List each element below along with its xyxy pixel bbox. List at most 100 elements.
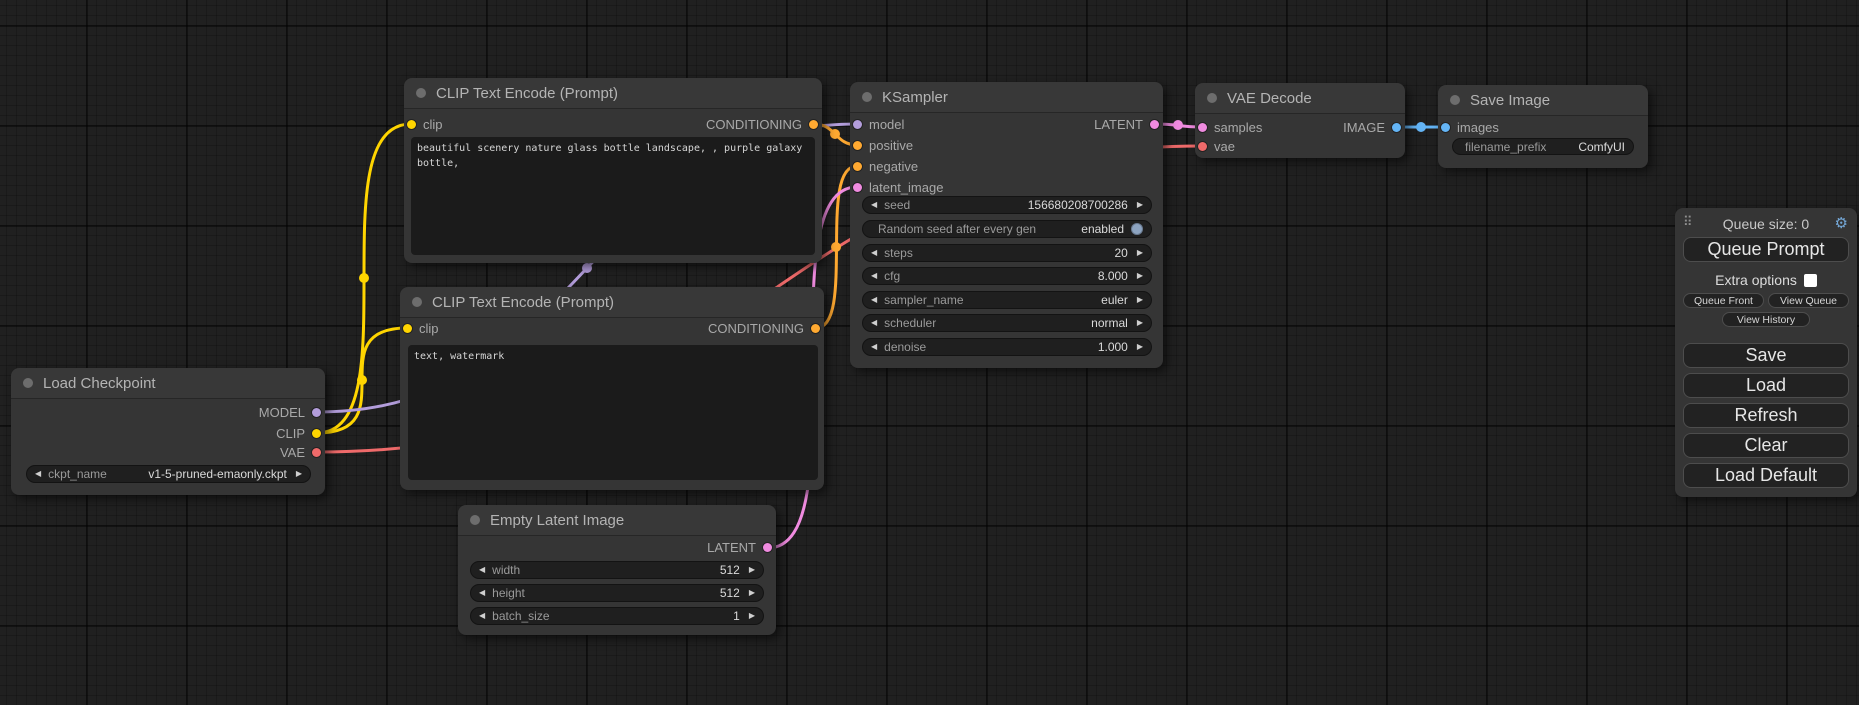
clip-input-dot[interactable] <box>403 324 412 333</box>
images-input-dot[interactable] <box>1441 123 1450 132</box>
node-save-image[interactable]: Save Image images filename_prefix ComfyU… <box>1438 85 1648 168</box>
arrow-right-icon[interactable]: ▶ <box>1137 249 1143 257</box>
toggle-knob-icon[interactable] <box>1131 223 1143 235</box>
node-vae-decode[interactable]: VAE Decode samples vae IMAGE <box>1195 83 1405 158</box>
arrow-left-icon[interactable]: ◀ <box>871 343 877 351</box>
node-title: CLIP Text Encode (Prompt) <box>432 294 614 311</box>
prompt-text-input[interactable]: text, watermark <box>408 345 818 480</box>
extra-options-label: Extra options <box>1715 272 1797 288</box>
seed-number-widget[interactable]: ◀ seed 156680208700286 ▶ <box>862 196 1152 214</box>
node-ksampler[interactable]: KSampler model positive negative latent_… <box>850 82 1163 368</box>
slot-label: latent_image <box>869 180 943 195</box>
collapse-dot-icon[interactable] <box>862 92 872 102</box>
arrow-left-icon[interactable]: ◀ <box>479 589 485 597</box>
filename-prefix-widget[interactable]: filename_prefix ComfyUI <box>1452 138 1634 155</box>
conditioning-output-dot[interactable] <box>811 324 820 333</box>
load-button[interactable]: Load <box>1683 373 1849 398</box>
view-history-button[interactable]: View History <box>1722 312 1810 327</box>
prompt-text-input[interactable]: beautiful scenery nature glass bottle la… <box>411 137 815 255</box>
image-output-dot[interactable] <box>1392 123 1401 132</box>
slot-label: clip <box>419 321 439 336</box>
arrow-left-icon[interactable]: ◀ <box>871 272 877 280</box>
widget-value: 512 <box>720 563 740 577</box>
clear-button[interactable]: Clear <box>1683 433 1849 458</box>
collapse-dot-icon[interactable] <box>1207 93 1217 103</box>
sampler-name-combo[interactable]: ◀ sampler_name euler ▶ <box>862 291 1152 309</box>
latent-output-dot[interactable] <box>1150 120 1159 129</box>
latent-input-dot[interactable] <box>853 183 862 192</box>
slot-label: CONDITIONING <box>706 117 802 132</box>
output-slot-model: MODEL <box>259 402 321 422</box>
arrow-left-icon[interactable]: ◀ <box>871 201 877 209</box>
collapse-dot-icon[interactable] <box>416 88 426 98</box>
vae-output-dot[interactable] <box>312 448 321 457</box>
arrow-left-icon[interactable]: ◀ <box>479 566 485 574</box>
arrow-right-icon[interactable]: ▶ <box>749 566 755 574</box>
arrow-left-icon[interactable]: ◀ <box>871 296 877 304</box>
node-clip-text-encode-negative[interactable]: CLIP Text Encode (Prompt) clip CONDITION… <box>400 287 824 490</box>
output-slot-clip: CLIP <box>276 423 321 443</box>
clip-output-dot[interactable] <box>312 429 321 438</box>
widget-value: 1 <box>733 609 740 623</box>
collapse-dot-icon[interactable] <box>23 378 33 388</box>
latent-output-dot[interactable] <box>763 543 772 552</box>
arrow-right-icon[interactable]: ▶ <box>1137 272 1143 280</box>
node-title-bar: CLIP Text Encode (Prompt) <box>400 287 824 318</box>
arrow-right-icon[interactable]: ▶ <box>1137 319 1143 327</box>
model-output-dot[interactable] <box>312 408 321 417</box>
extra-options-row: Extra options <box>1675 272 1857 288</box>
arrow-left-icon[interactable]: ◀ <box>35 470 41 478</box>
node-empty-latent-image[interactable]: Empty Latent Image LATENT ◀ width 512 ▶ … <box>458 505 776 635</box>
slot-label: negative <box>869 159 918 174</box>
collapse-dot-icon[interactable] <box>412 297 422 307</box>
arrow-left-icon[interactable]: ◀ <box>871 249 877 257</box>
link-dot <box>1416 122 1426 132</box>
negative-input-dot[interactable] <box>853 162 862 171</box>
collapse-dot-icon[interactable] <box>470 515 480 525</box>
slot-label: clip <box>423 117 443 132</box>
save-button[interactable]: Save <box>1683 343 1849 368</box>
vae-input-dot[interactable] <box>1198 142 1207 151</box>
scheduler-combo[interactable]: ◀ scheduler normal ▶ <box>862 314 1152 332</box>
queue-front-button[interactable]: Queue Front <box>1683 293 1764 308</box>
link-dot <box>359 273 369 283</box>
arrow-right-icon[interactable]: ▶ <box>749 612 755 620</box>
width-number-widget[interactable]: ◀ width 512 ▶ <box>470 561 764 579</box>
input-slot-model: model <box>853 114 904 134</box>
cfg-number-widget[interactable]: ◀ cfg 8.000 ▶ <box>862 267 1152 285</box>
arrow-right-icon[interactable]: ▶ <box>1137 201 1143 209</box>
steps-number-widget[interactable]: ◀ steps 20 ▶ <box>862 244 1152 262</box>
widget-label: denoise <box>884 340 926 354</box>
slot-label: CLIP <box>276 426 305 441</box>
denoise-number-widget[interactable]: ◀ denoise 1.000 ▶ <box>862 338 1152 356</box>
node-graph-canvas[interactable]: Load Checkpoint MODEL CLIP VAE ◀ ckpt_na… <box>0 0 1859 705</box>
settings-gear-icon[interactable]: ⚙ <box>1835 214 1848 232</box>
samples-input-dot[interactable] <box>1198 123 1207 132</box>
output-slot-conditioning: CONDITIONING <box>706 114 818 134</box>
random-seed-toggle-widget[interactable]: Random seed after every gen enabled <box>862 220 1152 238</box>
arrow-left-icon[interactable]: ◀ <box>871 319 877 327</box>
arrow-right-icon[interactable]: ▶ <box>1137 296 1143 304</box>
collapse-dot-icon[interactable] <box>1450 95 1460 105</box>
widget-label: ckpt_name <box>48 467 107 481</box>
load-default-button[interactable]: Load Default <box>1683 463 1849 488</box>
arrow-right-icon[interactable]: ▶ <box>296 470 302 478</box>
model-input-dot[interactable] <box>853 120 862 129</box>
clip-input-dot[interactable] <box>407 120 416 129</box>
positive-input-dot[interactable] <box>853 141 862 150</box>
widget-label: sampler_name <box>884 293 963 307</box>
height-number-widget[interactable]: ◀ height 512 ▶ <box>470 584 764 602</box>
arrow-right-icon[interactable]: ▶ <box>749 589 755 597</box>
slot-label: CONDITIONING <box>708 321 804 336</box>
arrow-right-icon[interactable]: ▶ <box>1137 343 1143 351</box>
arrow-left-icon[interactable]: ◀ <box>479 612 485 620</box>
extra-options-checkbox[interactable] <box>1804 274 1817 287</box>
batch-size-number-widget[interactable]: ◀ batch_size 1 ▶ <box>470 607 764 625</box>
view-queue-button[interactable]: View Queue <box>1768 293 1849 308</box>
refresh-button[interactable]: Refresh <box>1683 403 1849 428</box>
node-clip-text-encode-positive[interactable]: CLIP Text Encode (Prompt) clip CONDITION… <box>404 78 822 263</box>
queue-prompt-button[interactable]: Queue Prompt <box>1683 237 1849 262</box>
conditioning-output-dot[interactable] <box>809 120 818 129</box>
node-load-checkpoint[interactable]: Load Checkpoint MODEL CLIP VAE ◀ ckpt_na… <box>11 368 325 495</box>
ckpt-name-combo[interactable]: ◀ ckpt_name v1-5-pruned-emaonly.ckpt ▶ <box>26 465 311 483</box>
